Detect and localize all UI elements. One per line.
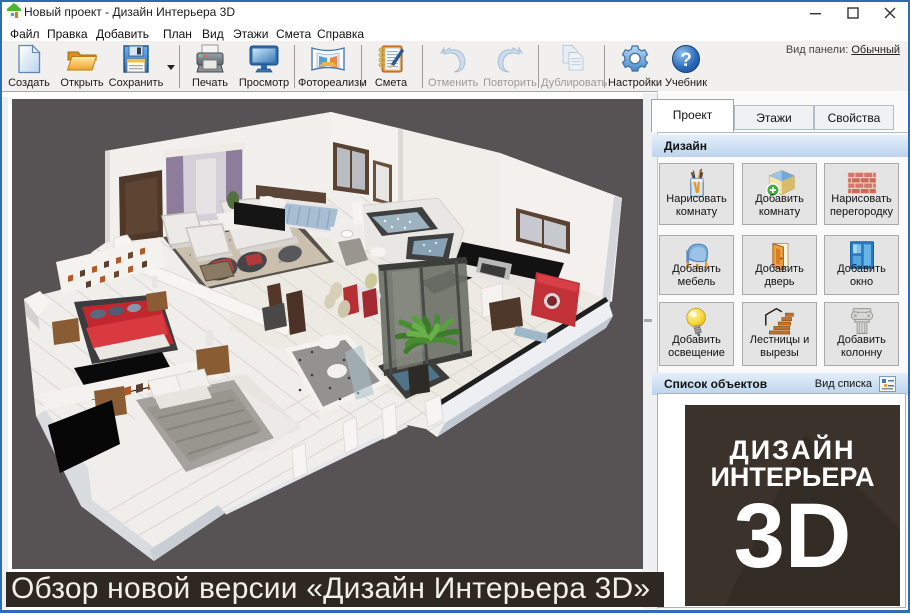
svg-text:?: ? [680, 50, 692, 71]
